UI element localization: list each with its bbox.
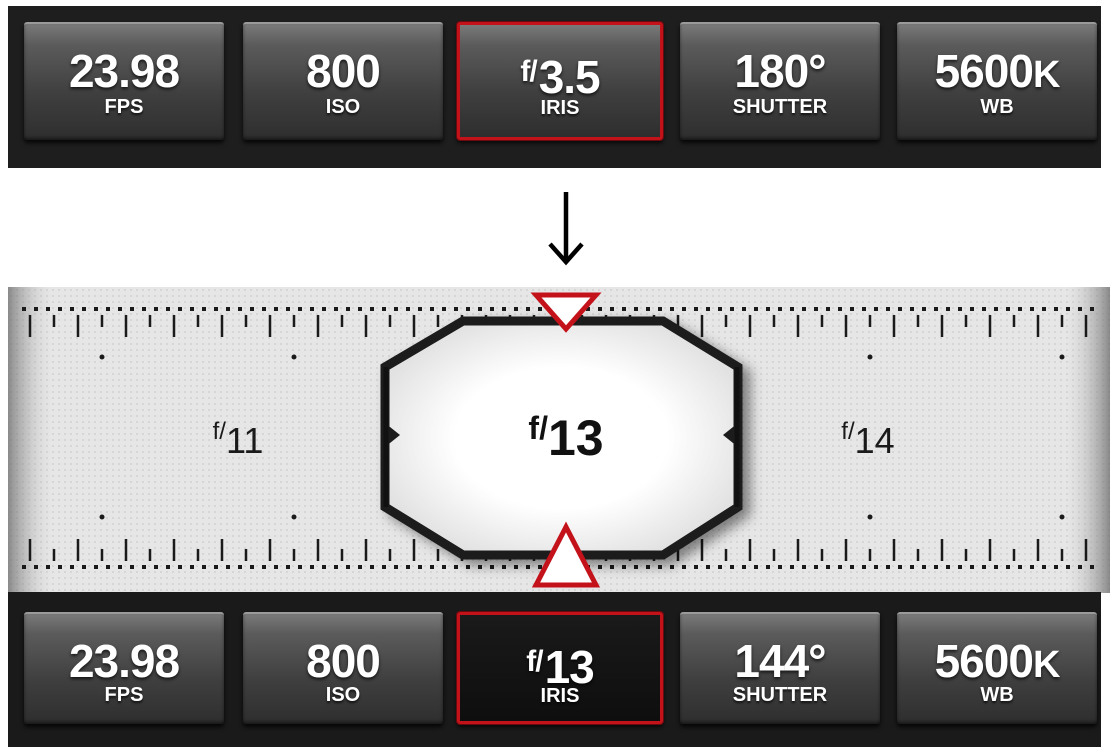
tick-dot — [1059, 514, 1065, 520]
shutter-button[interactable]: 180° SHUTTER — [680, 22, 880, 140]
iris-button[interactable]: f/3.5 IRIS — [457, 22, 663, 140]
fps-value: 23.98 — [68, 635, 180, 687]
wb-unit: K — [1032, 644, 1060, 686]
bottom-settings-bar: 23.98 FPS 800 ISO f/13 IRIS 144° SHUTTER… — [8, 592, 1101, 747]
tick-dot — [291, 354, 297, 360]
iris-dial[interactable]: f/11 f/13 f/14 — [8, 287, 1110, 593]
iso-button[interactable]: 800 ISO — [243, 612, 443, 724]
tick-dot — [291, 514, 297, 520]
tick-dot — [867, 514, 873, 520]
iris-label: IRIS — [540, 685, 580, 707]
fps-label: FPS — [104, 96, 144, 118]
shutter-value: 180° — [734, 45, 826, 97]
wb-unit: K — [1032, 54, 1060, 96]
iso-label: ISO — [325, 684, 361, 706]
wb-label: WB — [980, 684, 1014, 706]
tick-dot — [867, 354, 873, 360]
wb-button[interactable]: 5600K WB — [897, 22, 1097, 140]
wb-value: 5600 — [934, 45, 1034, 97]
down-arrow-icon — [548, 192, 584, 266]
top-settings-bar: 23.98 FPS 800 ISO f/3.5 IRIS 180° SHUTTE… — [8, 6, 1101, 168]
tick-dot — [99, 514, 105, 520]
iso-label: ISO — [325, 96, 361, 118]
iris-value: 3.5 — [538, 51, 601, 103]
iso-value: 800 — [306, 45, 381, 97]
iris-label: IRIS — [540, 97, 580, 119]
iso-value: 800 — [306, 635, 381, 687]
shutter-button[interactable]: 144° SHUTTER — [680, 612, 880, 724]
tick-dot — [99, 354, 105, 360]
shutter-label: SHUTTER — [732, 684, 828, 706]
wb-label: WB — [980, 96, 1014, 118]
iris-button[interactable]: f/13 IRIS — [457, 612, 663, 724]
wb-button[interactable]: 5600K WB — [897, 612, 1097, 724]
iso-button[interactable]: 800 ISO — [243, 22, 443, 140]
wb-value: 5600 — [934, 635, 1034, 687]
fps-value: 23.98 — [68, 45, 180, 97]
fps-button[interactable]: 23.98 FPS — [24, 612, 224, 724]
fps-button[interactable]: 23.98 FPS — [24, 22, 224, 140]
shutter-label: SHUTTER — [732, 96, 828, 118]
iris-f-prefix: f/ — [526, 645, 543, 678]
shutter-value: 144° — [734, 635, 826, 687]
tick-dot — [1059, 354, 1065, 360]
iris-f-prefix: f/ — [520, 55, 537, 88]
fps-label: FPS — [104, 684, 144, 706]
